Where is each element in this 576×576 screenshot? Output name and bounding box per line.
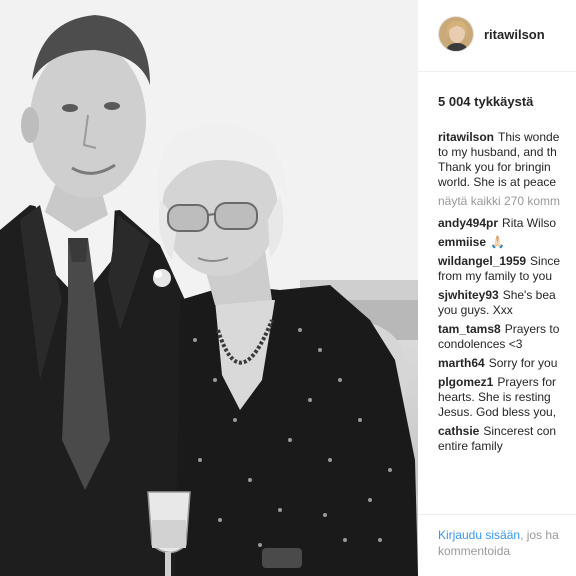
comment-item: tam_tams8 Prayers to condolences <3 bbox=[438, 322, 576, 352]
comment-item: sjwhitey93 She's bea you guys. Xxx bbox=[438, 288, 576, 318]
comment-text: 🙏🏻 bbox=[490, 235, 505, 249]
comment-text: Prayers to bbox=[504, 322, 560, 336]
comments-list: ritawilson This wonde to my husband, and … bbox=[438, 130, 576, 458]
caption-text: This wonde bbox=[498, 130, 560, 144]
comment-username[interactable]: tam_tams8 bbox=[438, 322, 501, 336]
comment-text: Since bbox=[530, 254, 561, 268]
comment-item: andy494pr Rita Wilso bbox=[438, 216, 576, 231]
post-details-panel: ritawilson 5 004 tykkäystä ritawilson Thi… bbox=[418, 0, 576, 576]
comment-username[interactable]: sjwhitey93 bbox=[438, 288, 499, 302]
login-prompt-text: , jos ha bbox=[520, 528, 559, 542]
caption-text: Thank you for bringin bbox=[438, 160, 551, 174]
comment-text: Prayers for bbox=[497, 375, 557, 389]
comment-item: marth64 Sorry for you bbox=[438, 356, 576, 371]
avatar[interactable] bbox=[438, 16, 474, 52]
login-prompt: Kirjaudu sisään, jos ha kommentoida bbox=[418, 514, 576, 576]
comment-username[interactable]: plgomez1 bbox=[438, 375, 493, 389]
header-username[interactable]: ritawilson bbox=[484, 27, 545, 42]
comment-text: Rita Wilso bbox=[502, 216, 557, 230]
comment-item: cathsie Sincerest con entire family bbox=[438, 424, 576, 454]
likes-count[interactable]: 5 004 tykkäystä bbox=[438, 94, 533, 109]
comment-item: wildangel_1959 Since from my family to yo… bbox=[438, 254, 576, 284]
caption-text: to my husband, and th bbox=[438, 145, 557, 159]
view-all-comments-link[interactable]: näytä kaikki 270 komm bbox=[438, 194, 576, 209]
post-photo-image bbox=[0, 0, 418, 576]
login-link[interactable]: Kirjaudu sisään bbox=[438, 528, 520, 542]
comment-text: hearts. She is resting bbox=[438, 390, 551, 404]
comments-fade bbox=[418, 500, 576, 514]
comment-text: you guys. Xxx bbox=[438, 303, 513, 317]
comment-username[interactable]: emmiise bbox=[438, 235, 486, 249]
comment-username[interactable]: cathsie bbox=[438, 424, 479, 438]
login-prompt-text: kommentoida bbox=[438, 544, 511, 558]
comment-username[interactable]: andy494pr bbox=[438, 216, 498, 230]
caption: ritawilson This wonde to my husband, and … bbox=[438, 130, 576, 190]
comment-username[interactable]: wildangel_1959 bbox=[438, 254, 526, 268]
post-header: ritawilson bbox=[418, 0, 576, 72]
comment-item: emmiise 🙏🏻 bbox=[438, 235, 576, 250]
comment-text: She's bea bbox=[502, 288, 556, 302]
comment-item: plgomez1 Prayers for hearts. She is resti… bbox=[438, 375, 576, 420]
comment-text: from my family to you bbox=[438, 269, 553, 283]
caption-username[interactable]: ritawilson bbox=[438, 130, 494, 144]
post-photo[interactable] bbox=[0, 0, 418, 576]
comment-text: condolences <3 bbox=[438, 337, 523, 351]
comment-text: Jesus. God bless you, bbox=[438, 405, 557, 419]
avatar-image bbox=[439, 17, 473, 51]
comment-text: entire family bbox=[438, 439, 503, 453]
caption-text: world. She is at peace bbox=[438, 175, 557, 189]
comment-text: Sorry for you bbox=[488, 356, 558, 370]
comment-text: Sincerest con bbox=[483, 424, 557, 438]
comment-username[interactable]: marth64 bbox=[438, 356, 485, 370]
